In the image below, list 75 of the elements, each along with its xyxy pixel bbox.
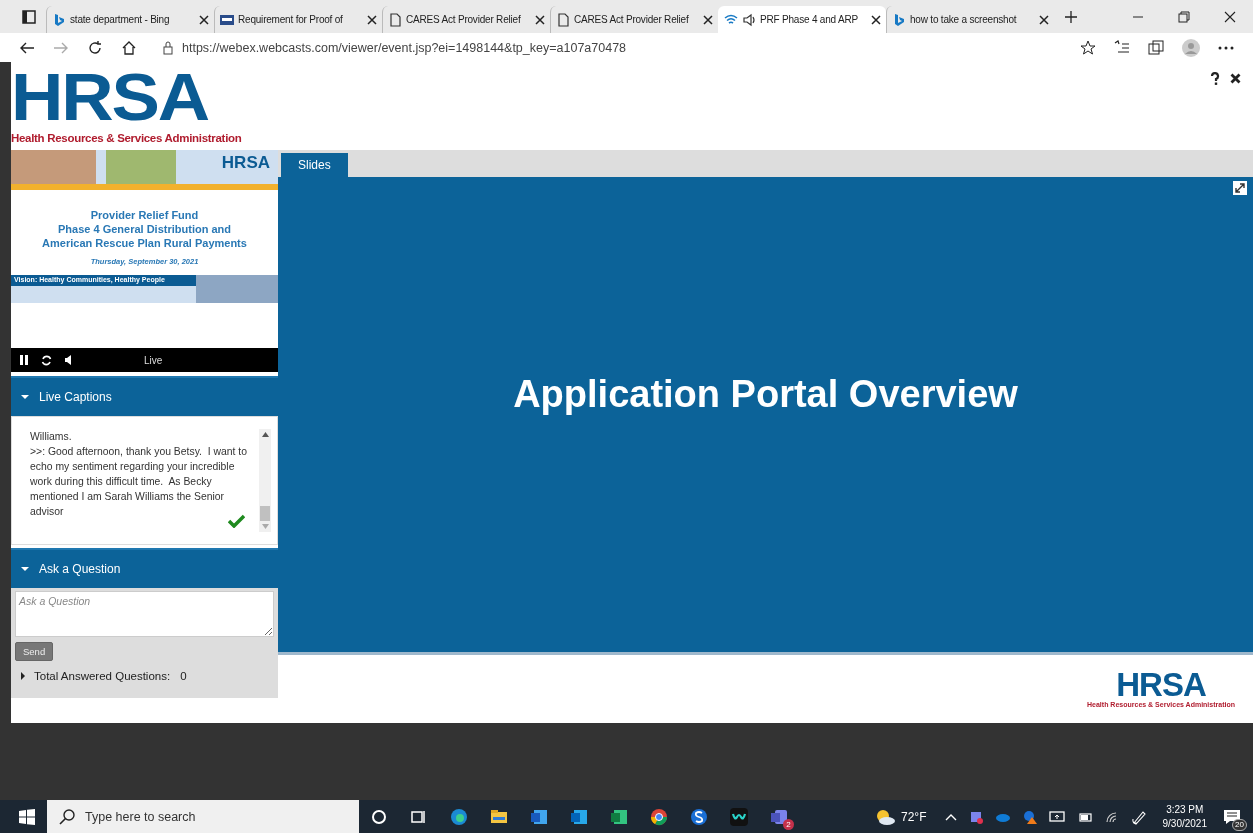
warning-badge-icon[interactable] (1022, 809, 1037, 824)
slide-title-line: American Rescue Plan Rural Payments (41, 236, 248, 250)
volume-icon[interactable] (64, 355, 74, 365)
panel-header[interactable]: Live Captions (11, 376, 278, 416)
site-logo-icon (220, 12, 234, 27)
expand-icon[interactable] (1233, 181, 1247, 195)
slide-title: Application Portal Overview (513, 373, 1018, 417)
weather-widget[interactable]: 72°F (875, 808, 927, 825)
caret-right-icon[interactable] (20, 672, 26, 680)
restore-icon[interactable] (1178, 10, 1190, 23)
caption-text: Williams. >>: Good afternoon, thank you Betsy. I want to echo my sentiment regarding your incredible work during this difficult time. As Becky mentioned I am Sarah Williams the Senior advisor (30, 430, 248, 519)
photo-placeholder (106, 150, 176, 184)
home-icon[interactable] (121, 39, 137, 56)
cloud-icon[interactable] (994, 811, 1011, 822)
search-icon (59, 808, 75, 825)
notification-count: 20 (1232, 819, 1247, 831)
lock-icon (162, 40, 174, 55)
taskbar-search-field[interactable]: Type here to search (47, 800, 359, 833)
clock-time[interactable]: 3:23 PM (1162, 802, 1207, 817)
close-icon[interactable] (1230, 73, 1241, 84)
close-icon[interactable] (1224, 10, 1236, 23)
close-icon[interactable] (1039, 14, 1049, 25)
battery-icon[interactable] (1076, 810, 1093, 823)
wifi-icon (724, 12, 738, 27)
forward-icon (53, 40, 69, 55)
close-icon[interactable] (703, 14, 713, 25)
browser-app-icon[interactable] (450, 807, 468, 826)
slide-title-line: Phase 4 General Distribution and (57, 222, 232, 236)
logo-subtitle: Health Resources & Services Administration (11, 132, 242, 144)
more-icon[interactable] (1218, 45, 1234, 50)
content-tab[interactable]: Slides (281, 153, 348, 177)
panel-header[interactable]: Ask a Question (11, 548, 278, 588)
refresh-icon[interactable] (87, 39, 103, 56)
chevron-up-icon[interactable] (944, 812, 957, 821)
caret-down-icon (21, 565, 29, 573)
page-icon (388, 12, 402, 27)
favorites-list-icon[interactable] (1114, 39, 1130, 56)
wifi-icon[interactable] (1104, 810, 1119, 823)
collections-icon[interactable] (1148, 39, 1164, 56)
close-icon[interactable] (871, 14, 881, 25)
logo-text: HRSA (221, 152, 271, 174)
slide-title-line: Provider Relief Fund (89, 208, 200, 222)
profile-avatar-icon[interactable] (1182, 38, 1200, 57)
favorite-icon[interactable] (1080, 39, 1096, 56)
live-status: Live (144, 354, 163, 366)
total-label: Total Answered Questions: (34, 670, 171, 682)
total-count: 0 (180, 670, 187, 682)
scrollbar-thumb[interactable] (260, 506, 270, 521)
logo-text: HRSA (1116, 671, 1206, 699)
notification-badge: 2 (783, 819, 794, 830)
folder-icon[interactable] (490, 807, 508, 826)
tab-actions-icon[interactable] (22, 9, 36, 24)
refresh-icon[interactable] (41, 354, 52, 366)
sun-cloud-icon (875, 808, 895, 825)
back-icon[interactable] (19, 40, 35, 55)
clock-date[interactable]: 9/30/2021 (1162, 816, 1207, 831)
send-button[interactable]: Send (15, 642, 54, 661)
close-icon[interactable] (367, 14, 377, 25)
close-icon[interactable] (535, 14, 545, 25)
letter-s-app-icon[interactable] (690, 807, 708, 826)
help-icon[interactable] (1210, 72, 1220, 85)
browser-tab[interactable]: PRF Phase 4 and ARP (718, 6, 886, 33)
close-icon[interactable] (199, 14, 209, 25)
page-icon (556, 12, 570, 27)
windows-start-icon[interactable] (19, 808, 35, 825)
site-logo-icon (52, 12, 66, 27)
site-logo-icon (892, 12, 906, 27)
caret-down-icon (21, 393, 29, 401)
question-field[interactable]: Ask a Question (15, 591, 274, 637)
logo-text: HRSA (11, 70, 209, 124)
speaker-icon[interactable] (742, 12, 756, 27)
pause-icon[interactable] (19, 355, 29, 365)
screen-icon[interactable] (1048, 809, 1065, 824)
scroll-up-icon[interactable] (261, 432, 269, 437)
new-tab-icon[interactable] (1064, 9, 1078, 24)
